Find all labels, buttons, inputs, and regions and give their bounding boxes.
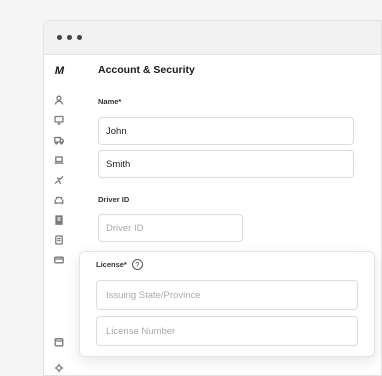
settings-icon[interactable] (52, 361, 66, 375)
license-number-field[interactable] (96, 316, 358, 346)
driver-id-field[interactable] (98, 214, 243, 242)
card-icon[interactable] (52, 253, 66, 267)
license-header: License* ? (96, 259, 143, 270)
window-close-control[interactable] (57, 35, 62, 40)
sofa-icon[interactable] (52, 193, 66, 207)
page-title: Account & Security (98, 64, 195, 76)
document-icon[interactable] (52, 233, 66, 247)
first-name-field[interactable] (98, 117, 354, 145)
calendar-icon[interactable] (52, 335, 66, 349)
plane-icon[interactable] (52, 173, 66, 187)
driver-id-label: Driver ID (98, 195, 130, 204)
sidebar: M (44, 56, 74, 375)
app-logo[interactable]: M (55, 65, 64, 77)
truck-icon[interactable] (52, 133, 66, 147)
window-maximize-control[interactable] (77, 35, 82, 40)
title-bar (44, 21, 381, 55)
license-card: License* ? (79, 251, 375, 357)
last-name-field[interactable] (98, 150, 354, 178)
monitor-icon[interactable] (52, 113, 66, 127)
issuing-state-field[interactable] (96, 280, 358, 310)
sidebar-bottom-nav (52, 335, 66, 375)
main-content: Account & Security Name* Driver ID (98, 64, 358, 242)
sidebar-nav (52, 93, 66, 267)
help-icon[interactable]: ? (131, 259, 143, 270)
building-icon[interactable] (52, 213, 66, 227)
user-icon[interactable] (52, 93, 66, 107)
laptop-icon[interactable] (52, 153, 66, 167)
window-minimize-control[interactable] (67, 35, 72, 40)
license-label: License* (96, 260, 127, 269)
name-label: Name* (98, 97, 122, 106)
